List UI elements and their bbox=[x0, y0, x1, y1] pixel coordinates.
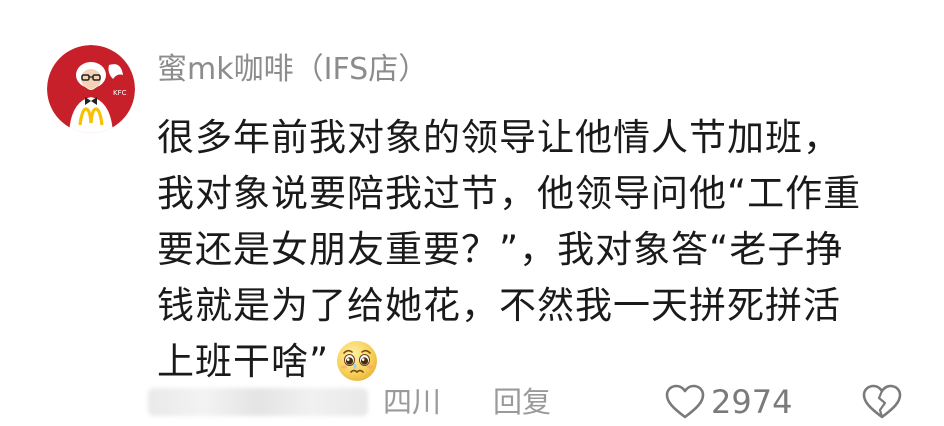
broken-heart-icon[interactable] bbox=[862, 384, 902, 420]
svg-text:KFC: KFC bbox=[113, 89, 127, 97]
comment-meta-row: 四川 回复 2974 bbox=[0, 380, 944, 426]
user-avatar[interactable]: KFC bbox=[47, 45, 135, 133]
pleading-face-emoji-icon bbox=[337, 341, 378, 381]
kfc-mcdonalds-mascot-avatar-icon: KFC bbox=[47, 45, 135, 133]
comment-location: 四川 bbox=[383, 385, 442, 419]
blurred-timestamp bbox=[148, 388, 368, 416]
comment-line: 很多年前我对象的领导让他情人节加班， bbox=[157, 116, 841, 159]
like-button[interactable]: 2974 bbox=[665, 382, 792, 422]
comment-line: 我对象说要陪我过节，他领导问他“工作重 bbox=[157, 172, 862, 215]
comment-line-text: 上班干啥” bbox=[157, 340, 330, 383]
reply-button[interactable]: 回复 bbox=[493, 382, 551, 422]
comment-line: 钱就是为了给她花，不然我一天拼死拼活 bbox=[157, 284, 841, 327]
heart-outline-icon bbox=[665, 384, 705, 419]
comment-body: 很多年前我对象的领导让他情人节加班， 我对象说要陪我过节，他领导问他“工作重 要… bbox=[157, 110, 877, 390]
like-count: 2974 bbox=[711, 383, 793, 421]
comment-line: 要还是女朋友重要？”，我对象答“老子挣 bbox=[157, 228, 844, 271]
comment-username[interactable]: 蜜mk咖啡（IFS店） bbox=[157, 48, 428, 92]
